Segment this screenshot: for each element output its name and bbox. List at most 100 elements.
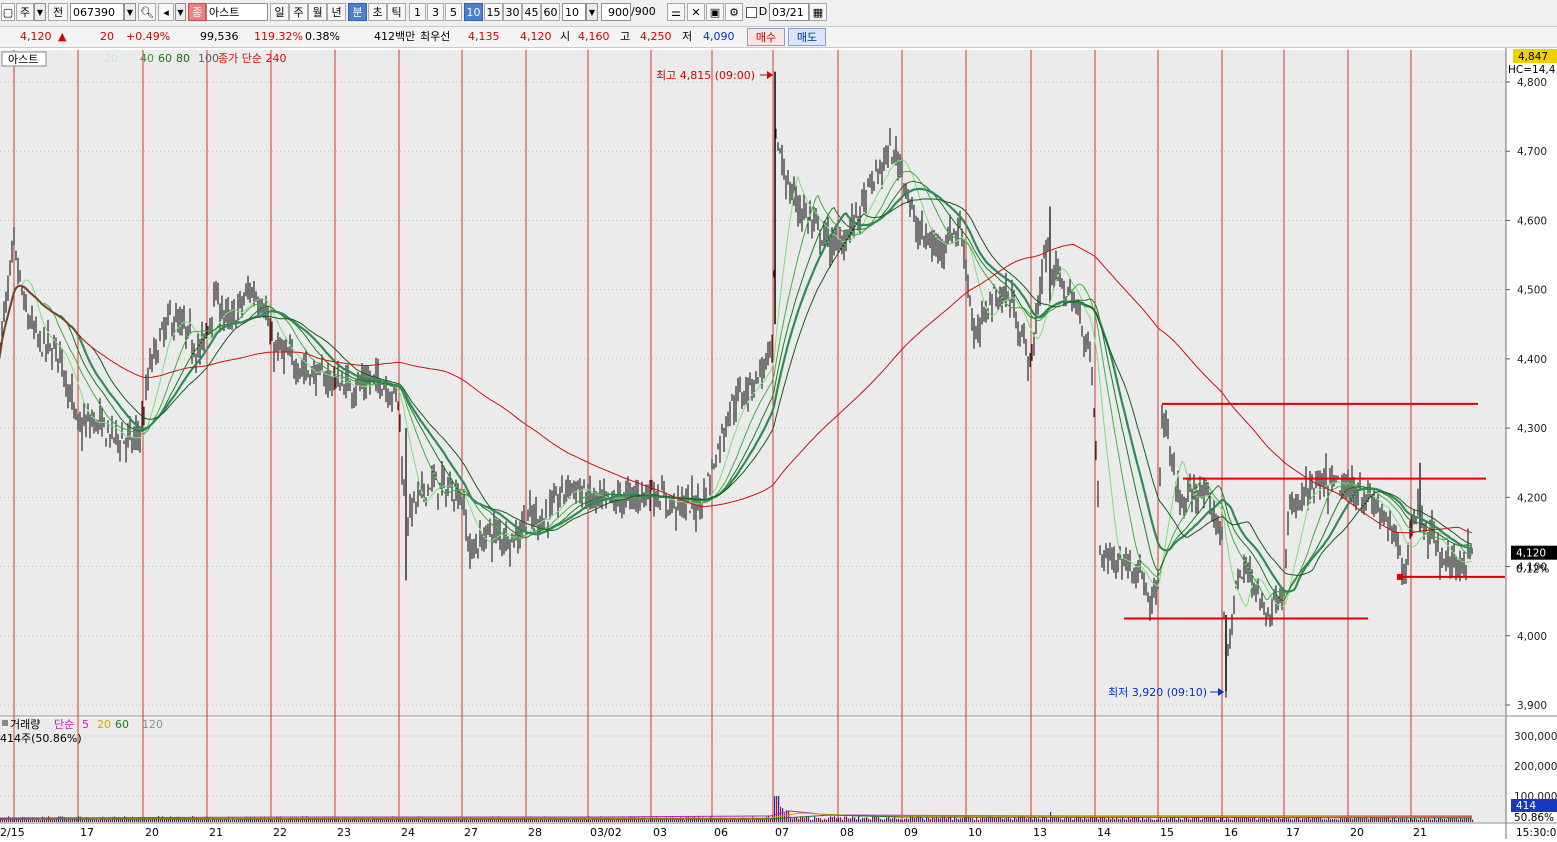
save-icon[interactable]: ▣ (706, 3, 724, 21)
date-checkbox[interactable] (745, 3, 757, 21)
volume-bar (1314, 817, 1316, 822)
volume-bar (1368, 819, 1370, 822)
date-label: 2/15 (0, 826, 25, 839)
volume-bar (618, 819, 620, 822)
volume-bar (1114, 819, 1116, 822)
volume-bar (1404, 818, 1406, 822)
volume-bar (460, 819, 462, 822)
date-input[interactable]: 03/21 (769, 3, 809, 21)
volume-bar (106, 819, 108, 822)
volume-bar (1362, 818, 1364, 822)
market-button[interactable]: 주 (16, 3, 34, 21)
volume-bar (900, 819, 902, 822)
volume-readout: 414주(50.86%) (0, 732, 82, 745)
interval-button[interactable]: 45 (522, 3, 541, 21)
volume-bar (1264, 817, 1266, 822)
interval-button[interactable]: 15 (484, 3, 503, 21)
interval-button[interactable]: 10 (464, 3, 483, 21)
volume-bar (1164, 819, 1166, 822)
volume-bar (1290, 818, 1292, 822)
volume-bar (1412, 819, 1414, 822)
high-price: 4,250 (640, 30, 672, 43)
volume-bar (1260, 817, 1262, 822)
ma-legend-item: 5 (56, 52, 63, 65)
stock-chart[interactable]: 4,8004,7004,6004,5004,4004,3004,2004,100… (0, 48, 1557, 839)
volume-bar (648, 819, 650, 822)
best-quote-label: 최우선 (420, 30, 451, 43)
calendar-icon[interactable]: ▦ (809, 3, 827, 21)
price-tick-label: 4,400 (1517, 354, 1547, 366)
tools-icon[interactable]: ✕ (687, 3, 705, 21)
volume-bar (1064, 818, 1066, 822)
volume-bar (1326, 819, 1328, 822)
volume-bar (1140, 819, 1142, 822)
interval-button[interactable]: 3 (427, 3, 444, 21)
volume-bar (350, 819, 352, 822)
sell-button[interactable]: 매도 (788, 28, 826, 46)
count-total: /900 (631, 5, 656, 18)
menu-icon[interactable]: ▢ (1, 3, 15, 21)
volume-bar (38, 819, 40, 822)
volume-bar (1356, 818, 1358, 822)
volume-bar (864, 817, 866, 822)
period-button[interactable]: 분 (348, 3, 367, 21)
prev-button[interactable]: 전 (48, 3, 68, 21)
volume-bar (902, 819, 904, 822)
volume-bar (1256, 819, 1258, 822)
volume-bar (928, 817, 930, 822)
interval-dropdown-icon[interactable]: ▼ (586, 3, 598, 21)
volume-bar (758, 819, 760, 822)
volume-bar (1342, 818, 1344, 822)
search-icon[interactable]: 🔍︎ (138, 3, 156, 21)
volume-bar (186, 819, 188, 822)
volume-bar (976, 817, 978, 822)
interval-button[interactable]: 5 (445, 3, 462, 21)
volume-bar (848, 818, 850, 822)
volume-bar (36, 817, 38, 822)
volume-bar (1016, 818, 1018, 822)
stock-code-input[interactable]: 067390 (70, 3, 124, 21)
volume-bar (538, 819, 540, 822)
chart-settings-icon[interactable]: ⚌ (667, 3, 685, 21)
volume-bar (796, 817, 798, 822)
volume-bar (1422, 819, 1424, 822)
period-button[interactable]: 틱 (387, 3, 406, 21)
volume-bar (1324, 819, 1326, 822)
turnover: 0.38% (305, 30, 340, 43)
interval-input[interactable]: 10 (562, 3, 586, 21)
stock-name-field[interactable]: 아스트 (206, 3, 268, 21)
code-dropdown-icon[interactable]: ▼ (124, 3, 136, 21)
volume-bar (914, 818, 916, 822)
interval-button[interactable]: 1 (409, 3, 426, 21)
count-input[interactable]: 900 (601, 3, 631, 21)
volume-bar (1158, 818, 1160, 822)
volume-bar (420, 819, 422, 822)
period-button[interactable]: 일 (270, 3, 289, 21)
period-button[interactable]: 년 (327, 3, 346, 21)
period-button[interactable]: 월 (308, 3, 327, 21)
date-label: 14 (1097, 826, 1111, 839)
volume-bar (834, 816, 836, 822)
volume-bar (70, 819, 72, 822)
market-dropdown-icon[interactable]: ▼ (34, 3, 46, 21)
volume-bar (558, 819, 560, 822)
high-label: 고 (620, 30, 631, 43)
volume-bar (1012, 819, 1014, 822)
period-button[interactable]: 주 (289, 3, 308, 21)
up-arrow-icon: ▲ (58, 30, 67, 43)
volume-bar (1232, 819, 1234, 822)
date-label: 17 (80, 826, 94, 839)
volume-bar (934, 818, 936, 822)
volume-bar (1188, 818, 1190, 822)
interval-button[interactable]: 30 (503, 3, 522, 21)
buy-button[interactable]: 매수 (747, 28, 785, 46)
interval-button[interactable]: 60 (541, 3, 560, 21)
ma-legend-extra: 종가 단순 240 (218, 52, 286, 65)
volume-bar (986, 817, 988, 822)
volume-bar (1336, 819, 1338, 822)
sound-icon[interactable]: ◂ (158, 3, 174, 21)
period-button[interactable]: 초 (368, 3, 387, 21)
list-dropdown-icon[interactable]: ▼ (175, 3, 186, 21)
volume-bar (468, 819, 470, 822)
gear-icon[interactable]: ⚙ (725, 3, 743, 21)
